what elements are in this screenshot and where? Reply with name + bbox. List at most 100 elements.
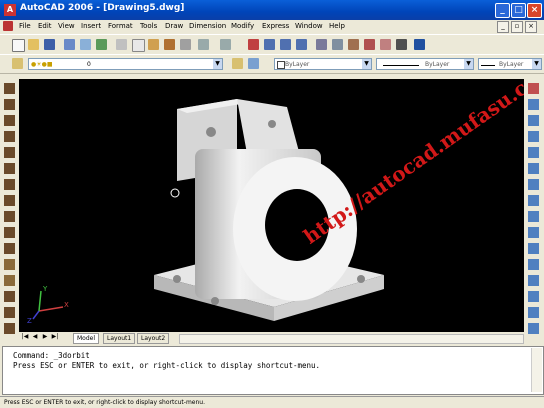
menu-help[interactable]: Help xyxy=(329,22,345,30)
copy-icon[interactable] xyxy=(132,39,145,52)
linetype-dropdown[interactable]: ByLayer ▼ xyxy=(376,58,474,70)
command-window[interactable]: Command: _3dorbit Press ESC or ENTER to … xyxy=(2,346,544,395)
menu-dimension[interactable]: Dimension xyxy=(189,22,226,30)
mirror-icon[interactable] xyxy=(528,115,539,126)
stretch-icon[interactable] xyxy=(528,211,539,222)
rotate-icon[interactable] xyxy=(528,179,539,190)
scale-icon[interactable] xyxy=(528,195,539,206)
doc-restore-button[interactable]: ▫ xyxy=(511,21,523,33)
undo-icon[interactable] xyxy=(198,39,209,50)
next-tab-icon[interactable]: ▶ xyxy=(41,333,49,341)
point-icon[interactable] xyxy=(4,291,15,302)
title-bar: A AutoCAD 2006 - [Drawing5.dwg] _ □ × xyxy=(0,0,544,20)
calculator-icon[interactable] xyxy=(396,39,407,50)
ellipse-arc-icon[interactable] xyxy=(4,243,15,254)
polygon-icon[interactable] xyxy=(4,131,15,142)
zoom-realtime-icon[interactable] xyxy=(264,39,275,50)
pan-icon[interactable] xyxy=(248,39,259,50)
save-icon[interactable] xyxy=(44,39,55,50)
new-icon[interactable] xyxy=(12,39,25,52)
menu-draw[interactable]: Draw xyxy=(165,22,183,30)
trim-icon[interactable] xyxy=(528,227,539,238)
multiline-text-icon[interactable] xyxy=(4,323,15,334)
break-icon[interactable] xyxy=(528,275,539,286)
make-block-icon[interactable] xyxy=(4,275,15,286)
break-at-point-icon[interactable] xyxy=(528,259,539,270)
match-properties-icon[interactable] xyxy=(164,39,175,50)
menu-file[interactable]: File xyxy=(19,22,31,30)
doc-minimize-button[interactable]: _ xyxy=(497,21,509,33)
open-icon[interactable] xyxy=(28,39,39,50)
redo-icon[interactable] xyxy=(220,39,231,50)
extend-icon[interactable] xyxy=(528,243,539,254)
model-space-canvas[interactable]: X Y Z http://autocad.mufasu.com xyxy=(19,79,524,332)
command-history-line: Command: _3dorbit xyxy=(13,351,90,360)
bolt-hole xyxy=(211,297,219,305)
last-tab-icon[interactable]: ▶| xyxy=(51,333,59,341)
help-icon[interactable] xyxy=(414,39,425,50)
zoom-previous-icon[interactable] xyxy=(296,39,307,50)
tab-layout1[interactable]: Layout1 xyxy=(103,333,136,344)
rectangle-icon[interactable] xyxy=(4,147,15,158)
polyline-icon[interactable] xyxy=(4,115,15,126)
zoom-window-icon[interactable] xyxy=(280,39,291,50)
document-icon[interactable] xyxy=(3,21,13,31)
lineweight-dropdown[interactable]: ByLayer ▼ xyxy=(478,58,542,70)
offset-icon[interactable] xyxy=(528,131,539,142)
sheet-set-icon[interactable] xyxy=(364,39,375,50)
markup-icon[interactable] xyxy=(380,39,391,50)
minimize-button[interactable]: _ xyxy=(495,3,510,18)
paste-icon[interactable] xyxy=(148,39,159,50)
layout-tabs-bar: |◀ ◀ ▶ ▶| Model Layout1 Layout2 xyxy=(19,332,524,344)
arc-icon[interactable] xyxy=(4,163,15,174)
move-icon[interactable] xyxy=(528,163,539,174)
construction-line-icon[interactable] xyxy=(4,99,15,110)
properties-icon[interactable] xyxy=(316,39,327,50)
menu-window[interactable]: Window xyxy=(295,22,323,30)
menu-format[interactable]: Format xyxy=(108,22,133,30)
menu-express[interactable]: Express xyxy=(262,22,289,30)
color-dropdown[interactable]: ByLayer ▼ xyxy=(274,58,372,70)
ucs-z-label: Z xyxy=(27,317,32,325)
menu-insert[interactable]: Insert xyxy=(81,22,101,30)
make-layer-current-icon[interactable] xyxy=(232,58,243,69)
first-tab-icon[interactable]: |◀ xyxy=(21,333,29,341)
design-center-icon[interactable] xyxy=(332,39,343,50)
cut-icon[interactable] xyxy=(116,39,127,50)
revision-cloud-icon[interactable] xyxy=(4,195,15,206)
copy-object-icon[interactable] xyxy=(528,99,539,110)
erase-icon[interactable] xyxy=(528,83,539,94)
menu-view[interactable]: View xyxy=(58,22,75,30)
plot-icon[interactable] xyxy=(64,39,75,50)
command-scrollbar[interactable] xyxy=(531,348,542,392)
spline-icon[interactable] xyxy=(4,211,15,222)
publish-icon[interactable] xyxy=(96,39,107,50)
line-icon[interactable] xyxy=(4,83,15,94)
tool-palettes-icon[interactable] xyxy=(348,39,359,50)
tab-layout2[interactable]: Layout2 xyxy=(137,333,170,344)
layer-dropdown[interactable]: ●☀●■ 0 ▼ xyxy=(28,58,223,70)
menu-edit[interactable]: Edit xyxy=(38,22,52,30)
tab-model[interactable]: Model xyxy=(73,333,100,344)
prev-tab-icon[interactable]: ◀ xyxy=(31,333,39,341)
menu-modify[interactable]: Modify xyxy=(231,22,254,30)
horizontal-scrollbar[interactable] xyxy=(179,334,524,344)
doc-close-button[interactable]: × xyxy=(525,21,537,33)
window-title: AutoCAD 2006 - [Drawing5.dwg] xyxy=(20,3,185,13)
block-editor-icon[interactable] xyxy=(180,39,191,50)
ellipse-icon[interactable] xyxy=(4,227,15,238)
layer-previous-icon[interactable] xyxy=(248,58,259,69)
plot-preview-icon[interactable] xyxy=(80,39,91,50)
layer-manager-icon[interactable] xyxy=(12,58,23,69)
insert-block-icon[interactable] xyxy=(4,259,15,270)
maximize-button[interactable]: □ xyxy=(511,3,526,18)
autocad-app-icon[interactable]: A xyxy=(4,4,16,16)
chamfer-icon[interactable] xyxy=(528,307,539,318)
array-icon[interactable] xyxy=(528,147,539,158)
close-button[interactable]: × xyxy=(527,3,542,18)
hatch-icon[interactable] xyxy=(4,307,15,318)
join-icon[interactable] xyxy=(528,291,539,302)
fillet-icon[interactable] xyxy=(528,323,539,334)
circle-icon[interactable] xyxy=(4,179,15,190)
menu-tools[interactable]: Tools xyxy=(140,22,157,30)
